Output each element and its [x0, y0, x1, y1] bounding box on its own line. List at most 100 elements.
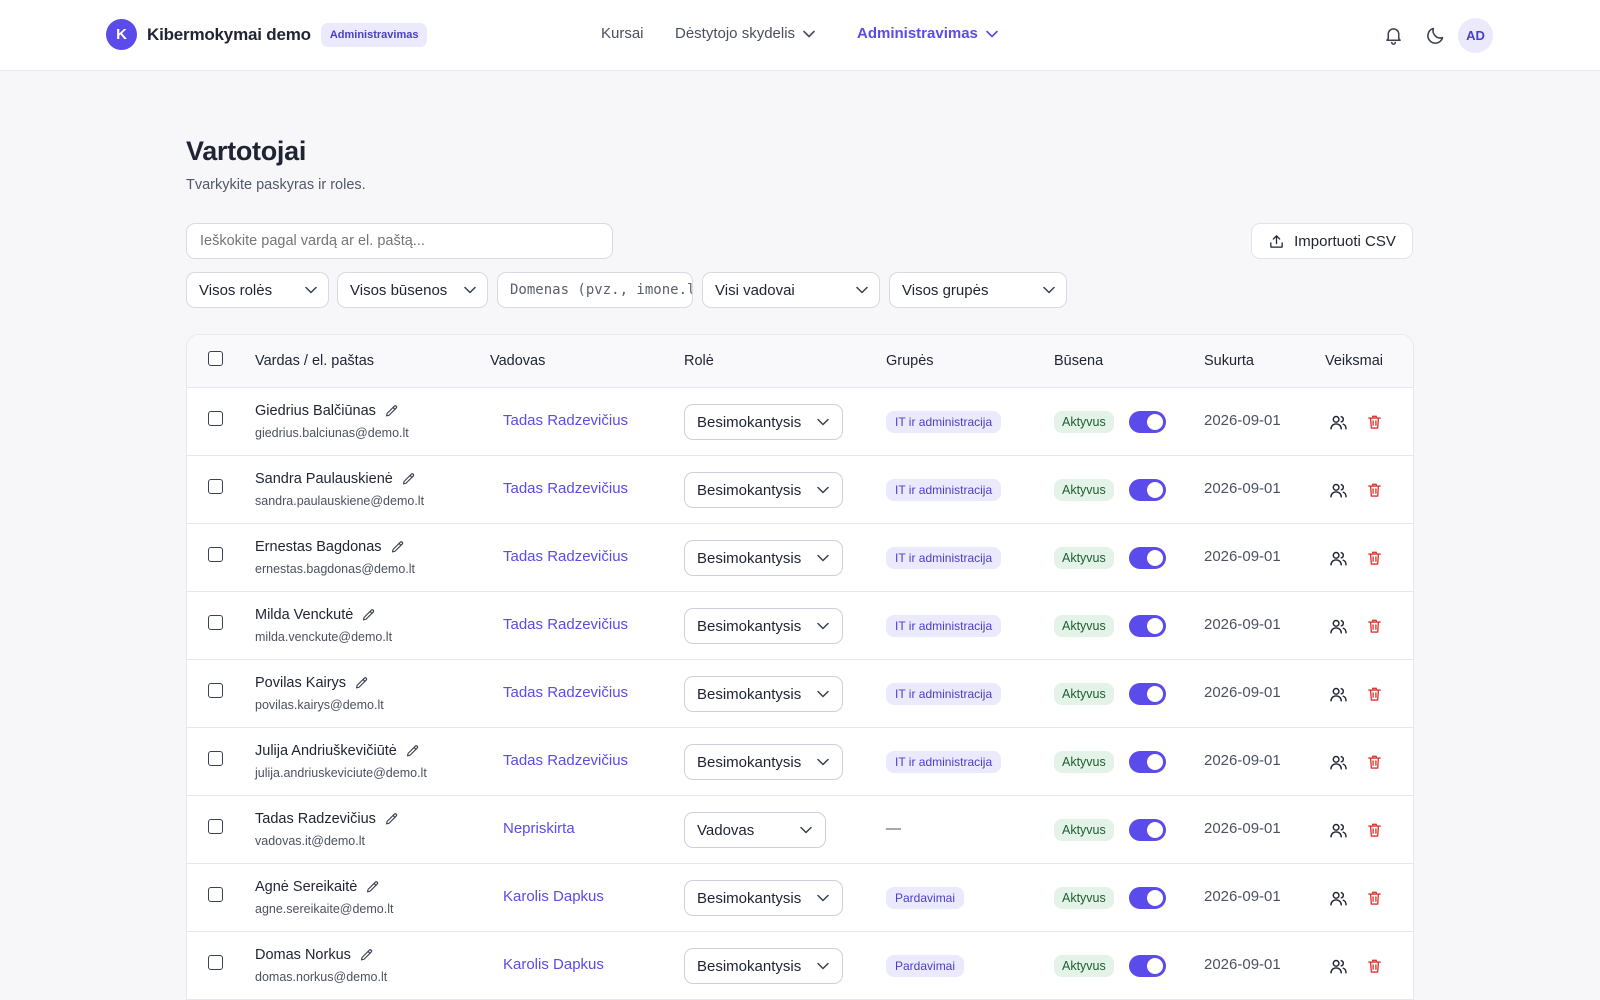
row-checkbox[interactable] — [208, 547, 223, 562]
active-toggle[interactable] — [1129, 411, 1166, 433]
role-select[interactable]: Besimokantysis — [684, 472, 843, 508]
manager-link[interactable]: Karolis Dapkus — [503, 888, 604, 905]
user-name-text: Ernestas Bagdonas — [255, 539, 382, 555]
filter-groups-select[interactable]: Visos grupės — [889, 272, 1067, 308]
row-checkbox[interactable] — [208, 751, 223, 766]
row-checkbox[interactable] — [208, 955, 223, 970]
moon-icon[interactable] — [1422, 22, 1448, 48]
nav-destytojo-skydelis[interactable]: Dėstytojo skydelis — [675, 25, 815, 42]
users-icon[interactable] — [1328, 412, 1348, 432]
filter-domain-input[interactable]: Domenas (pvz., imone.lt) — [497, 272, 693, 308]
active-toggle[interactable] — [1129, 819, 1166, 841]
row-checkbox[interactable] — [208, 615, 223, 630]
users-icon[interactable] — [1328, 684, 1348, 704]
chevron-down-icon — [817, 486, 829, 494]
status-badge: Aktyvus — [1054, 955, 1114, 977]
pencil-icon[interactable] — [359, 948, 374, 963]
role-value: Besimokantysis — [697, 889, 802, 907]
trash-icon[interactable] — [1364, 956, 1384, 976]
role-select[interactable]: Besimokantysis — [684, 676, 843, 712]
role-select[interactable]: Besimokantysis — [684, 948, 843, 984]
group-badge: IT ir administracija — [886, 683, 1002, 705]
group-badge: IT ir administracija — [886, 751, 1002, 773]
bell-icon[interactable] — [1380, 22, 1406, 48]
trash-icon[interactable] — [1364, 480, 1384, 500]
manager-link[interactable]: Nepriskirta — [503, 820, 575, 837]
pencil-icon[interactable] — [361, 608, 376, 623]
active-toggle[interactable] — [1129, 887, 1166, 909]
manager-link[interactable]: Tadas Radzevičius — [503, 616, 628, 633]
manager-link[interactable]: Tadas Radzevičius — [503, 548, 628, 565]
pencil-icon[interactable] — [365, 880, 380, 895]
search-input[interactable] — [186, 223, 613, 259]
filter-statuses-select[interactable]: Visos būsenos — [337, 272, 488, 308]
active-toggle[interactable] — [1129, 615, 1166, 637]
filter-managers-select[interactable]: Visi vadovai — [702, 272, 880, 308]
manager-link[interactable]: Tadas Radzevičius — [503, 684, 628, 701]
trash-icon[interactable] — [1364, 412, 1384, 432]
users-icon[interactable] — [1328, 616, 1348, 636]
manager-link[interactable]: Tadas Radzevičius — [503, 412, 628, 429]
trash-icon[interactable] — [1364, 548, 1384, 568]
active-toggle[interactable] — [1129, 683, 1166, 705]
users-icon[interactable] — [1328, 820, 1348, 840]
row-checkbox[interactable] — [208, 411, 223, 426]
users-icon[interactable] — [1328, 888, 1348, 908]
user-name: Julija Andriuškevičiūtė — [255, 743, 420, 759]
active-toggle[interactable] — [1129, 479, 1166, 501]
table-row: Julija Andriuškevičiūtė julija.andriuskev… — [187, 728, 1413, 796]
row-checkbox[interactable] — [208, 479, 223, 494]
trash-icon[interactable] — [1364, 888, 1384, 908]
users-icon[interactable] — [1328, 548, 1348, 568]
user-name-text: Domas Norkus — [255, 947, 351, 963]
role-select[interactable]: Besimokantysis — [684, 744, 843, 780]
select-all-checkbox[interactable] — [208, 351, 223, 366]
user-name-text: Giedrius Balčiūnas — [255, 403, 376, 419]
role-select[interactable]: Besimokantysis — [684, 880, 843, 916]
trash-icon[interactable] — [1364, 616, 1384, 636]
role-value: Besimokantysis — [697, 481, 802, 499]
active-toggle[interactable] — [1129, 955, 1166, 977]
role-select[interactable]: Besimokantysis — [684, 540, 843, 576]
chevron-down-icon — [817, 622, 829, 630]
brand[interactable]: K Kibermokymai demo Administravimas — [106, 19, 428, 50]
row-checkbox[interactable] — [208, 887, 223, 902]
filter-roles-select[interactable]: Visos rolės — [186, 272, 329, 308]
nav-administravimas[interactable]: Administravimas — [857, 25, 998, 42]
manager-link[interactable]: Tadas Radzevičius — [503, 752, 628, 769]
table-row: Tadas Radzevičius vadovas.it@demo.lt Nepri… — [187, 796, 1413, 864]
manager-link[interactable]: Karolis Dapkus — [503, 956, 604, 973]
top-navbar: K Kibermokymai demo Administravimas Kurs… — [0, 0, 1600, 71]
role-select[interactable]: Besimokantysis — [684, 404, 843, 440]
pencil-icon[interactable] — [390, 540, 405, 555]
col-status: Būsena — [1054, 353, 1104, 369]
role-select[interactable]: Besimokantysis — [684, 608, 843, 644]
pencil-icon[interactable] — [401, 472, 416, 487]
manager-link[interactable]: Tadas Radzevičius — [503, 480, 628, 497]
page-subtitle: Tvarkykite paskyras ir roles. — [186, 177, 366, 193]
chevron-down-icon — [464, 286, 476, 294]
filter-managers-value: Visi vadovai — [715, 281, 795, 299]
pencil-icon[interactable] — [384, 404, 399, 419]
trash-icon[interactable] — [1364, 752, 1384, 772]
users-icon[interactable] — [1328, 752, 1348, 772]
status-badge: Aktyvus — [1054, 615, 1114, 637]
pencil-icon[interactable] — [405, 744, 420, 759]
pencil-icon[interactable] — [354, 676, 369, 691]
status-badge: Aktyvus — [1054, 683, 1114, 705]
import-csv-button[interactable]: Importuoti CSV — [1251, 223, 1413, 259]
users-icon[interactable] — [1328, 480, 1348, 500]
active-toggle[interactable] — [1129, 547, 1166, 569]
role-select[interactable]: Vadovas — [684, 812, 826, 848]
row-checkbox[interactable] — [208, 819, 223, 834]
row-checkbox[interactable] — [208, 683, 223, 698]
active-toggle[interactable] — [1129, 751, 1166, 773]
status-badge: Aktyvus — [1054, 751, 1114, 773]
trash-icon[interactable] — [1364, 684, 1384, 704]
nav-kursai[interactable]: Kursai — [601, 25, 644, 42]
users-icon[interactable] — [1328, 956, 1348, 976]
status-badge: Aktyvus — [1054, 479, 1114, 501]
user-avatar[interactable]: AD — [1458, 18, 1493, 53]
trash-icon[interactable] — [1364, 820, 1384, 840]
pencil-icon[interactable] — [384, 812, 399, 827]
